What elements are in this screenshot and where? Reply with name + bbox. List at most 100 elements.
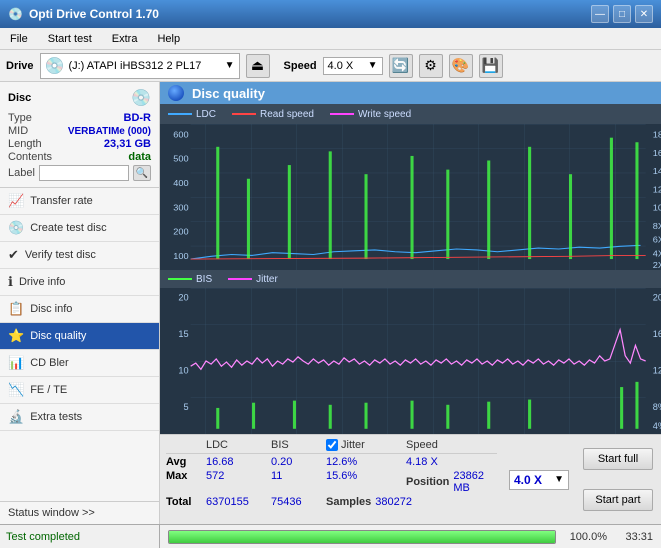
disc-header-label: Disc: [8, 92, 31, 104]
stats-speed-selector[interactable]: 4.0 X ▼: [509, 470, 569, 490]
sidebar-item-disc-quality[interactable]: ⭐ Disc quality: [0, 323, 159, 350]
main-content: Disc quality LDC Read speed Write speed: [160, 82, 661, 524]
eject-button[interactable]: ⏏: [246, 54, 270, 78]
jitter-header-cell: Jitter: [326, 439, 406, 451]
cd-bler-label: CD Bler: [30, 357, 69, 369]
ldc-legend-color: [168, 113, 192, 115]
label-button[interactable]: 🔍: [133, 165, 151, 181]
svg-text:10X: 10X: [653, 203, 661, 212]
sidebar: Disc 💿 Type BD-R MID VERBATIMe (000) Len…: [0, 82, 160, 524]
samples-value: 380272: [375, 496, 412, 508]
disc-icon: 💿: [131, 88, 151, 108]
position-cell: Position 23862 MB: [406, 470, 486, 494]
chart-title: Disc quality: [192, 86, 265, 101]
total-bis: 75436: [271, 496, 326, 508]
avg-speed: 4.18 X: [406, 456, 486, 468]
read-legend-color: [232, 113, 256, 115]
transfer-rate-icon: 📈: [8, 193, 24, 209]
chart-title-bar: Disc quality: [160, 82, 661, 104]
stats-panel: LDC BIS Jitter Speed Avg 16.68 0.20 12.6…: [160, 434, 661, 524]
write-legend-label: Write speed: [358, 109, 411, 120]
chart-disc-icon: [168, 85, 184, 101]
status-window-button[interactable]: Status window >>: [0, 501, 159, 524]
jitter-checkbox[interactable]: [326, 439, 338, 451]
menu-help[interactable]: Help: [151, 31, 186, 47]
svg-text:20%: 20%: [653, 292, 661, 302]
sidebar-item-drive-info[interactable]: ℹ Drive info: [0, 269, 159, 296]
stats-total-row: Total 6370155 75436 Samples 380272: [166, 496, 497, 508]
sidebar-item-transfer-rate[interactable]: 📈 Transfer rate: [0, 188, 159, 215]
drive-selector[interactable]: 💿 (J:) ATAPI iHBS312 2 PL17 ▼: [40, 53, 240, 79]
svg-text:6X: 6X: [653, 235, 661, 244]
menu-extra[interactable]: Extra: [106, 31, 144, 47]
bis-legend-label: BIS: [196, 274, 212, 285]
svg-text:8X: 8X: [653, 221, 661, 230]
mid-value: VERBATIMe (000): [68, 126, 151, 137]
svg-text:300: 300: [173, 203, 189, 212]
svg-text:12X: 12X: [653, 185, 661, 194]
refresh-button[interactable]: 🔄: [389, 54, 413, 78]
svg-text:2X: 2X: [653, 261, 661, 270]
label-input[interactable]: [39, 165, 129, 181]
type-value: BD-R: [124, 112, 152, 124]
save-button[interactable]: 💾: [479, 54, 503, 78]
drive-value: (J:) ATAPI iHBS312 2 PL17: [68, 60, 201, 72]
start-part-button[interactable]: Start part: [583, 489, 653, 511]
extra-tests-icon: 🔬: [8, 409, 24, 425]
pos-value: 23862 MB: [453, 470, 486, 494]
palette-button[interactable]: 🎨: [449, 54, 473, 78]
drive-info-label: Drive info: [19, 276, 65, 288]
progress-percent: 100.0%: [562, 531, 607, 543]
close-button[interactable]: ✕: [635, 5, 653, 23]
bottom-status-bar: Test completed 100.0% 33:31: [0, 524, 661, 548]
stats-table-container: LDC BIS Jitter Speed Avg 16.68 0.20 12.6…: [160, 435, 503, 524]
length-value: 23,31 GB: [104, 138, 151, 150]
svg-text:200: 200: [173, 227, 189, 236]
stats-avg-row: Avg 16.68 0.20 12.6% 4.18 X: [166, 456, 497, 468]
spike-1: [216, 147, 219, 259]
app-title: Opti Drive Control 1.70: [29, 7, 159, 21]
settings-button[interactable]: ⚙: [419, 54, 443, 78]
chart-legend-top: LDC Read speed Write speed: [160, 104, 661, 124]
svg-text:4%: 4%: [653, 421, 661, 431]
start-full-button[interactable]: Start full: [583, 448, 653, 470]
disc-info-icon: 📋: [8, 301, 24, 317]
sidebar-item-verify-test-disc[interactable]: ✔ Verify test disc: [0, 242, 159, 269]
sidebar-item-create-test-disc[interactable]: 💿 Create test disc: [0, 215, 159, 242]
menu-start-test[interactable]: Start test: [42, 31, 98, 47]
create-test-disc-icon: 💿: [8, 220, 24, 236]
status-text: Test completed: [6, 531, 80, 543]
total-label: Total: [166, 496, 206, 508]
disc-panel: Disc 💿 Type BD-R MID VERBATIMe (000) Len…: [0, 82, 159, 188]
type-label: Type: [8, 112, 32, 124]
svg-text:18X: 18X: [653, 130, 661, 139]
svg-text:14X: 14X: [653, 167, 661, 176]
svg-text:16%: 16%: [653, 329, 661, 339]
read-legend-label: Read speed: [260, 109, 314, 120]
bis-legend-color: [168, 278, 192, 280]
label-label: Label: [8, 167, 35, 179]
max-label: Max: [166, 470, 206, 494]
toolbar: Drive 💿 (J:) ATAPI iHBS312 2 PL17 ▼ ⏏ Sp…: [0, 50, 661, 82]
chart-legend-bottom: BIS Jitter: [160, 270, 661, 288]
contents-label: Contents: [8, 151, 52, 163]
menu-file[interactable]: File: [4, 31, 34, 47]
svg-text:16X: 16X: [653, 148, 661, 157]
bis-spike-1: [216, 408, 219, 429]
transfer-rate-label: Transfer rate: [30, 195, 93, 207]
samples-cell: Samples 380272: [326, 496, 406, 508]
sidebar-item-fe-te[interactable]: 📉 FE / TE: [0, 377, 159, 404]
sidebar-item-extra-tests[interactable]: 🔬 Extra tests: [0, 404, 159, 431]
speed-selector[interactable]: 4.0 X ▼: [323, 57, 383, 75]
sidebar-item-disc-info[interactable]: 📋 Disc info: [0, 296, 159, 323]
ldc-header: LDC: [206, 439, 271, 451]
progress-area: 100.0% 33:31: [160, 525, 661, 548]
jitter-header-label: Jitter: [341, 439, 365, 451]
speed-section: 4.0 X ▼: [503, 435, 575, 524]
top-chart: 600 500 400 300 200 100 18X 16X 14X 12X …: [160, 124, 661, 270]
maximize-button[interactable]: □: [613, 5, 631, 23]
mid-label: MID: [8, 125, 28, 137]
top-chart-svg: 600 500 400 300 200 100 18X 16X 14X 12X …: [160, 124, 661, 270]
sidebar-item-cd-bler[interactable]: 📊 CD Bler: [0, 350, 159, 377]
minimize-button[interactable]: —: [591, 5, 609, 23]
